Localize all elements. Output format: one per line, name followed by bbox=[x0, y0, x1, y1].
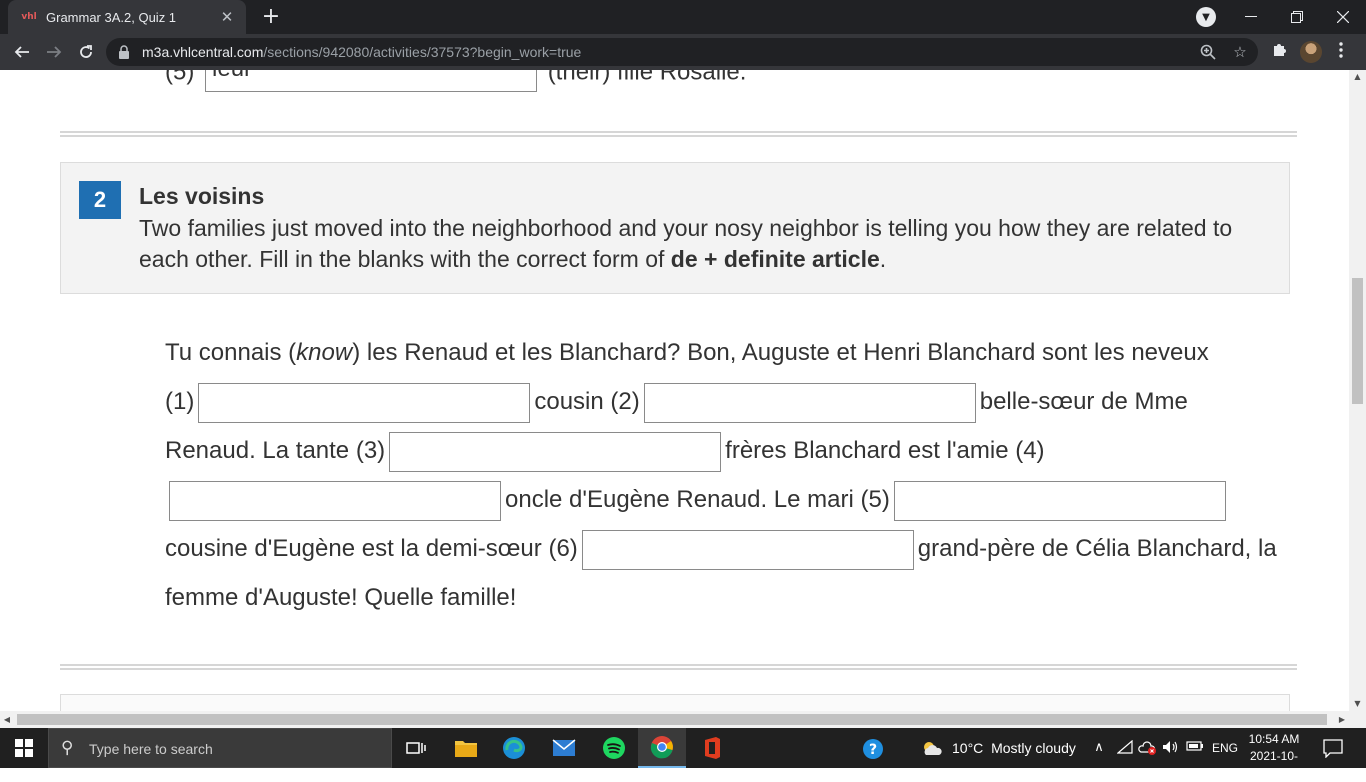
blank-input-3[interactable] bbox=[389, 431, 722, 472]
browser-tab-bar: vhl Grammar 3A.2, Quiz 1 ✕ + ▼ bbox=[0, 0, 1366, 34]
blank-number: (5) bbox=[860, 486, 890, 513]
language-indicator[interactable]: ENG bbox=[1212, 728, 1238, 768]
previous-blank-input[interactable]: leur bbox=[205, 70, 538, 92]
minimize-icon bbox=[1245, 16, 1257, 17]
page-viewport: (5) leur (their) fille Rosalie. 2 Les vo… bbox=[0, 70, 1349, 711]
edge-browser-button[interactable] bbox=[490, 728, 538, 768]
folder-icon bbox=[455, 741, 477, 757]
blank-input-5[interactable] bbox=[893, 480, 1226, 521]
back-button[interactable] bbox=[8, 38, 36, 66]
vertical-scroll-thumb[interactable] bbox=[1352, 278, 1363, 404]
blank-input-2[interactable] bbox=[643, 382, 976, 423]
vhl-favicon-icon: vhl bbox=[21, 12, 37, 22]
horizontal-scroll-thumb[interactable] bbox=[17, 714, 1327, 725]
search-placeholder: Type here to search bbox=[89, 741, 213, 757]
next-question-box bbox=[60, 694, 1290, 711]
section-divider bbox=[60, 664, 1297, 670]
help-icon[interactable]: ? bbox=[862, 738, 884, 760]
network-icon[interactable] bbox=[1116, 739, 1134, 756]
scroll-up-arrow-icon[interactable]: ▲ bbox=[1349, 70, 1366, 84]
clock-time: 10:54 AM bbox=[1248, 732, 1300, 746]
blank-input-4[interactable] bbox=[169, 480, 501, 521]
weather-temperature: 10°C bbox=[952, 740, 984, 756]
blank-number: (2) bbox=[610, 388, 640, 415]
restore-icon bbox=[1291, 11, 1303, 23]
question-title: Les voisins bbox=[139, 183, 265, 209]
extensions-puzzle-icon[interactable] bbox=[1268, 42, 1290, 62]
bookmark-star-icon[interactable]: ☆ bbox=[1230, 42, 1250, 62]
task-view-button[interactable] bbox=[392, 728, 440, 768]
question-instruction: Two families just moved into the neighbo… bbox=[139, 215, 1233, 272]
mail-icon bbox=[552, 739, 576, 756]
arrow-left-icon bbox=[14, 46, 29, 58]
mail-button[interactable] bbox=[540, 728, 588, 768]
blank-number: (3) bbox=[355, 437, 386, 464]
chevron-up-icon[interactable]: ∧ bbox=[1090, 740, 1108, 756]
close-window-button[interactable] bbox=[1320, 0, 1366, 34]
close-icon bbox=[1337, 11, 1349, 23]
minimize-button[interactable] bbox=[1228, 0, 1274, 34]
taskbar-search-box[interactable]: ⚲ Type here to search bbox=[48, 728, 392, 768]
svg-text:?: ? bbox=[869, 742, 877, 758]
scrollbar-corner bbox=[1349, 711, 1366, 728]
scroll-left-arrow-icon[interactable]: ◀ bbox=[0, 711, 14, 728]
chrome-menu-icon[interactable] bbox=[1332, 42, 1350, 62]
reload-icon bbox=[80, 45, 92, 58]
spotify-icon bbox=[603, 737, 625, 759]
windows-logo-icon bbox=[15, 739, 33, 757]
clock-date: 2021-10-08 bbox=[1249, 749, 1299, 780]
cloud-sync-error-icon[interactable] bbox=[1138, 740, 1158, 756]
previous-question-line: (5) leur (their) fille Rosalie. bbox=[165, 70, 746, 92]
battery-icon[interactable] bbox=[1186, 740, 1204, 756]
fill-in-passage: Tu connais (know) les Renaud et les Blan… bbox=[165, 339, 1277, 611]
blank-number: (5) bbox=[165, 70, 195, 86]
arrow-right-icon bbox=[47, 46, 62, 58]
profile-avatar[interactable] bbox=[1300, 41, 1322, 63]
office-icon bbox=[705, 737, 720, 759]
question-header: 2 Les voisins Two families just moved in… bbox=[60, 162, 1290, 294]
horizontal-scrollbar[interactable]: ◀ ▶ bbox=[0, 711, 1349, 728]
scroll-right-arrow-icon[interactable]: ▶ bbox=[1335, 711, 1349, 728]
section-divider bbox=[60, 131, 1297, 137]
system-clock[interactable]: 10:54 AM 2021-10-08 bbox=[1244, 731, 1304, 782]
new-tab-button[interactable]: + bbox=[258, 4, 284, 30]
tab-close-icon[interactable]: ✕ bbox=[218, 8, 236, 26]
browser-tab[interactable]: vhl Grammar 3A.2, Quiz 1 ✕ bbox=[8, 0, 246, 34]
blank-input-6[interactable] bbox=[581, 529, 914, 570]
weather-description: Mostly cloudy bbox=[991, 740, 1076, 756]
blank-number: (6) bbox=[548, 535, 578, 562]
notification-center-button[interactable] bbox=[1322, 738, 1344, 759]
weather-widget[interactable]: 10°C Mostly cloudy bbox=[952, 728, 1076, 768]
volume-icon[interactable] bbox=[1162, 740, 1180, 756]
lock-icon[interactable] bbox=[118, 45, 130, 59]
tab-search-icon[interactable]: ▼ bbox=[1196, 7, 1216, 27]
blank-number: (4) bbox=[1015, 437, 1045, 464]
address-bar[interactable]: m3a.vhlcentral.com/sections/942080/activ… bbox=[106, 38, 1258, 66]
scroll-down-arrow-icon[interactable]: ▼ bbox=[1349, 697, 1366, 711]
start-button[interactable] bbox=[0, 728, 48, 768]
notification-icon bbox=[1323, 739, 1343, 759]
restore-button[interactable] bbox=[1274, 0, 1320, 34]
office-button[interactable] bbox=[688, 728, 736, 768]
previous-line-text: (their) fille Rosalie. bbox=[547, 70, 747, 86]
forward-button[interactable] bbox=[40, 38, 68, 66]
chrome-icon bbox=[650, 736, 673, 759]
edge-icon bbox=[503, 737, 525, 759]
spotify-button[interactable] bbox=[590, 728, 638, 768]
weather-cloud-icon[interactable] bbox=[920, 740, 944, 756]
blank-number: (1) bbox=[165, 388, 195, 415]
search-icon: ⚲ bbox=[61, 738, 74, 758]
vertical-scrollbar[interactable]: ▲ ▼ bbox=[1349, 70, 1366, 711]
blank-input-1[interactable] bbox=[198, 382, 531, 423]
file-explorer-button[interactable] bbox=[442, 728, 490, 768]
task-view-icon bbox=[406, 742, 426, 754]
reload-button[interactable] bbox=[72, 38, 100, 66]
chrome-taskbar-button[interactable] bbox=[638, 728, 686, 768]
url-text[interactable]: m3a.vhlcentral.com/sections/942080/activ… bbox=[142, 44, 581, 60]
windows-taskbar: ⚲ Type here to search ? 10°C Mostly clou… bbox=[0, 728, 1366, 780]
zoom-icon[interactable] bbox=[1198, 42, 1218, 62]
browser-toolbar: m3a.vhlcentral.com/sections/942080/activ… bbox=[0, 34, 1366, 70]
question-number-badge: 2 bbox=[79, 181, 121, 219]
tab-title: Grammar 3A.2, Quiz 1 bbox=[46, 9, 177, 25]
